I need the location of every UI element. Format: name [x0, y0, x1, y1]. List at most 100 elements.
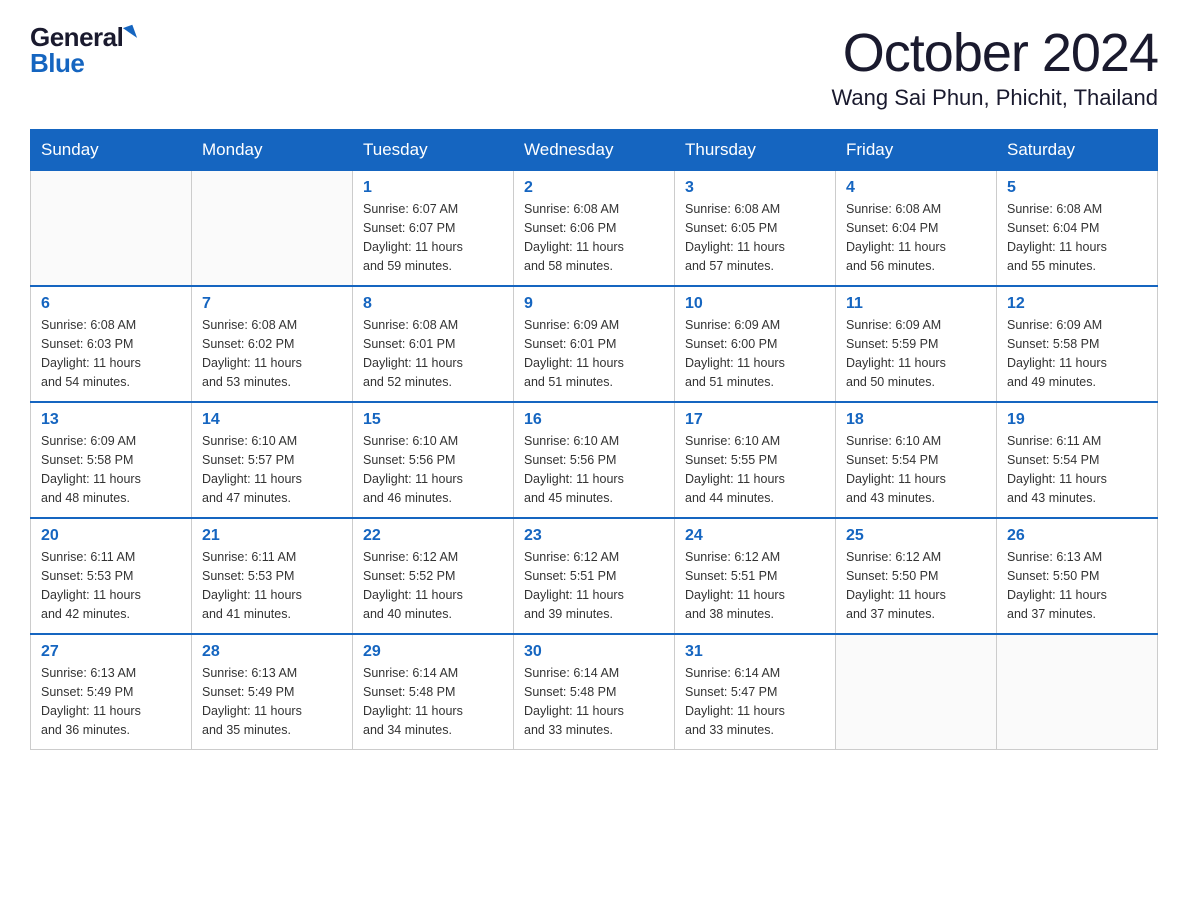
day-info: Sunrise: 6:09 AMSunset: 5:59 PMDaylight:…: [846, 316, 986, 391]
day-info: Sunrise: 6:10 AMSunset: 5:56 PMDaylight:…: [363, 432, 503, 507]
day-info: Sunrise: 6:14 AMSunset: 5:47 PMDaylight:…: [685, 664, 825, 739]
day-number: 16: [524, 411, 664, 429]
calendar-cell: 10 Sunrise: 6:09 AMSunset: 6:00 PMDayligh…: [675, 286, 836, 402]
title-block: October 2024 Wang Sai Phun, Phichit, Tha…: [831, 24, 1158, 111]
day-number: 10: [685, 295, 825, 313]
page-header: General Blue October 2024 Wang Sai Phun,…: [30, 24, 1158, 111]
day-number: 6: [41, 295, 181, 313]
day-number: 1: [363, 179, 503, 197]
calendar-cell: [31, 171, 192, 287]
calendar-cell: 28 Sunrise: 6:13 AMSunset: 5:49 PMDayligh…: [192, 634, 353, 750]
day-info: Sunrise: 6:10 AMSunset: 5:54 PMDaylight:…: [846, 432, 986, 507]
weekday-header-row: SundayMondayTuesdayWednesdayThursdayFrid…: [31, 130, 1158, 171]
calendar-cell: 30 Sunrise: 6:14 AMSunset: 5:48 PMDayligh…: [514, 634, 675, 750]
day-number: 27: [41, 643, 181, 661]
day-info: Sunrise: 6:11 AMSunset: 5:54 PMDaylight:…: [1007, 432, 1147, 507]
day-number: 28: [202, 643, 342, 661]
day-info: Sunrise: 6:12 AMSunset: 5:50 PMDaylight:…: [846, 548, 986, 623]
weekday-header-sunday: Sunday: [31, 130, 192, 171]
weekday-header-saturday: Saturday: [997, 130, 1158, 171]
day-info: Sunrise: 6:08 AMSunset: 6:03 PMDaylight:…: [41, 316, 181, 391]
day-number: 8: [363, 295, 503, 313]
day-info: Sunrise: 6:11 AMSunset: 5:53 PMDaylight:…: [41, 548, 181, 623]
day-info: Sunrise: 6:10 AMSunset: 5:56 PMDaylight:…: [524, 432, 664, 507]
day-number: 12: [1007, 295, 1147, 313]
day-number: 21: [202, 527, 342, 545]
logo: General Blue: [30, 24, 135, 76]
day-number: 25: [846, 527, 986, 545]
day-number: 20: [41, 527, 181, 545]
day-number: 23: [524, 527, 664, 545]
calendar-cell: 9Sunrise: 6:09 AMSunset: 6:01 PMDaylight…: [514, 286, 675, 402]
day-info: Sunrise: 6:13 AMSunset: 5:50 PMDaylight:…: [1007, 548, 1147, 623]
day-number: 22: [363, 527, 503, 545]
calendar-cell: 22Sunrise: 6:12 AMSunset: 5:52 PMDayligh…: [353, 518, 514, 634]
calendar-week-row: 27 Sunrise: 6:13 AMSunset: 5:49 PMDayligh…: [31, 634, 1158, 750]
page-title: October 2024: [831, 24, 1158, 83]
day-info: Sunrise: 6:13 AMSunset: 5:49 PMDaylight:…: [41, 664, 181, 739]
calendar-cell: 8 Sunrise: 6:08 AMSunset: 6:01 PMDaylight…: [353, 286, 514, 402]
calendar-cell: 23 Sunrise: 6:12 AMSunset: 5:51 PMDayligh…: [514, 518, 675, 634]
day-info: Sunrise: 6:08 AMSunset: 6:04 PMDaylight:…: [846, 200, 986, 275]
calendar-cell: 18Sunrise: 6:10 AMSunset: 5:54 PMDayligh…: [836, 402, 997, 518]
weekday-header-monday: Monday: [192, 130, 353, 171]
calendar-cell: 31Sunrise: 6:14 AMSunset: 5:47 PMDayligh…: [675, 634, 836, 750]
calendar-cell: 20 Sunrise: 6:11 AMSunset: 5:53 PMDayligh…: [31, 518, 192, 634]
day-info: Sunrise: 6:13 AMSunset: 5:49 PMDaylight:…: [202, 664, 342, 739]
calendar-cell: [997, 634, 1158, 750]
day-info: Sunrise: 6:12 AMSunset: 5:51 PMDaylight:…: [524, 548, 664, 623]
calendar-cell: 6 Sunrise: 6:08 AMSunset: 6:03 PMDaylight…: [31, 286, 192, 402]
calendar-cell: 29 Sunrise: 6:14 AMSunset: 5:48 PMDayligh…: [353, 634, 514, 750]
calendar-cell: 3 Sunrise: 6:08 AMSunset: 6:05 PMDaylight…: [675, 171, 836, 287]
day-number: 4: [846, 179, 986, 197]
calendar-cell: 5Sunrise: 6:08 AMSunset: 6:04 PMDaylight…: [997, 171, 1158, 287]
day-info: Sunrise: 6:09 AMSunset: 5:58 PMDaylight:…: [1007, 316, 1147, 391]
day-info: Sunrise: 6:14 AMSunset: 5:48 PMDaylight:…: [524, 664, 664, 739]
day-number: 17: [685, 411, 825, 429]
calendar-cell: 2 Sunrise: 6:08 AMSunset: 6:06 PMDaylight…: [514, 171, 675, 287]
day-number: 26: [1007, 527, 1147, 545]
calendar-table: SundayMondayTuesdayWednesdayThursdayFrid…: [30, 129, 1158, 750]
calendar-cell: 13Sunrise: 6:09 AMSunset: 5:58 PMDayligh…: [31, 402, 192, 518]
calendar-cell: 25 Sunrise: 6:12 AMSunset: 5:50 PMDayligh…: [836, 518, 997, 634]
weekday-header-wednesday: Wednesday: [514, 130, 675, 171]
calendar-week-row: 13Sunrise: 6:09 AMSunset: 5:58 PMDayligh…: [31, 402, 1158, 518]
day-number: 3: [685, 179, 825, 197]
calendar-cell: 4 Sunrise: 6:08 AMSunset: 6:04 PMDaylight…: [836, 171, 997, 287]
calendar-cell: 7 Sunrise: 6:08 AMSunset: 6:02 PMDaylight…: [192, 286, 353, 402]
calendar-cell: 21 Sunrise: 6:11 AMSunset: 5:53 PMDayligh…: [192, 518, 353, 634]
day-info: Sunrise: 6:11 AMSunset: 5:53 PMDaylight:…: [202, 548, 342, 623]
calendar-header: SundayMondayTuesdayWednesdayThursdayFrid…: [31, 130, 1158, 171]
weekday-header-thursday: Thursday: [675, 130, 836, 171]
day-number: 9: [524, 295, 664, 313]
day-number: 5: [1007, 179, 1147, 197]
day-number: 30: [524, 643, 664, 661]
weekday-header-friday: Friday: [836, 130, 997, 171]
day-info: Sunrise: 6:12 AMSunset: 5:51 PMDaylight:…: [685, 548, 825, 623]
day-number: 7: [202, 295, 342, 313]
calendar-cell: 24Sunrise: 6:12 AMSunset: 5:51 PMDayligh…: [675, 518, 836, 634]
day-info: Sunrise: 6:08 AMSunset: 6:06 PMDaylight:…: [524, 200, 664, 275]
calendar-cell: 15Sunrise: 6:10 AMSunset: 5:56 PMDayligh…: [353, 402, 514, 518]
logo-blue-text: Blue: [30, 50, 84, 76]
logo-triangle-icon: [123, 25, 137, 42]
day-number: 14: [202, 411, 342, 429]
calendar-week-row: 6 Sunrise: 6:08 AMSunset: 6:03 PMDaylight…: [31, 286, 1158, 402]
calendar-cell: [192, 171, 353, 287]
day-info: Sunrise: 6:08 AMSunset: 6:02 PMDaylight:…: [202, 316, 342, 391]
calendar-body: 1Sunrise: 6:07 AMSunset: 6:07 PMDaylight…: [31, 171, 1158, 750]
calendar-cell: [836, 634, 997, 750]
day-info: Sunrise: 6:08 AMSunset: 6:05 PMDaylight:…: [685, 200, 825, 275]
weekday-header-tuesday: Tuesday: [353, 130, 514, 171]
calendar-week-row: 20 Sunrise: 6:11 AMSunset: 5:53 PMDayligh…: [31, 518, 1158, 634]
day-info: Sunrise: 6:09 AMSunset: 6:00 PMDaylight:…: [685, 316, 825, 391]
calendar-cell: 12 Sunrise: 6:09 AMSunset: 5:58 PMDayligh…: [997, 286, 1158, 402]
day-info: Sunrise: 6:14 AMSunset: 5:48 PMDaylight:…: [363, 664, 503, 739]
day-info: Sunrise: 6:08 AMSunset: 6:01 PMDaylight:…: [363, 316, 503, 391]
day-number: 29: [363, 643, 503, 661]
day-info: Sunrise: 6:10 AMSunset: 5:57 PMDaylight:…: [202, 432, 342, 507]
day-number: 2: [524, 179, 664, 197]
day-number: 11: [846, 295, 986, 313]
calendar-cell: 27 Sunrise: 6:13 AMSunset: 5:49 PMDayligh…: [31, 634, 192, 750]
calendar-cell: 11 Sunrise: 6:09 AMSunset: 5:59 PMDayligh…: [836, 286, 997, 402]
